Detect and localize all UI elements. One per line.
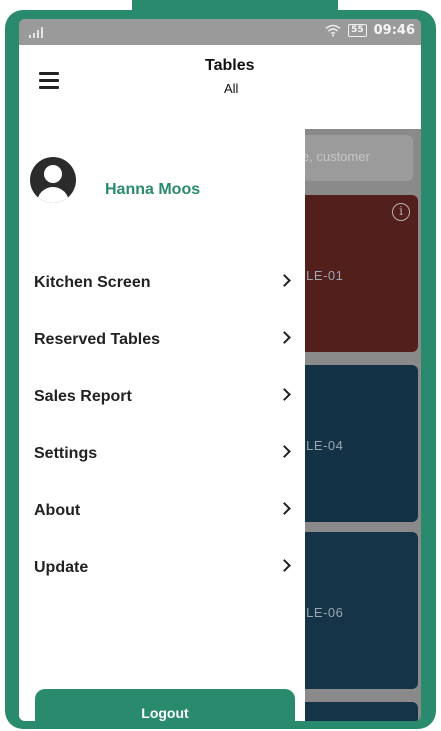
app-header: Tables All [19, 45, 421, 129]
menu-item-sales-report[interactable]: Sales Report [19, 368, 305, 425]
menu-item-label: Reserved Tables [34, 331, 160, 348]
avatar-icon [30, 157, 76, 203]
menu-item-reserved-tables[interactable]: Reserved Tables [19, 311, 305, 368]
phone-screen: 55 09:46 Tables All le, customer i BLE-0… [19, 19, 421, 721]
wifi-icon [325, 24, 341, 37]
hamburger-menu-icon[interactable] [39, 72, 59, 89]
menu-item-label: Update [34, 559, 89, 576]
chevron-right-icon [278, 274, 291, 287]
chevron-right-icon [278, 445, 291, 458]
menu-item-label: Sales Report [34, 388, 132, 405]
page-title: Tables [205, 57, 255, 74]
chevron-right-icon [278, 388, 291, 401]
menu-item-update[interactable]: Update [19, 539, 305, 596]
menu-item-about[interactable]: About [19, 482, 305, 539]
chevron-right-icon [278, 559, 291, 572]
menu-item-kitchen-screen[interactable]: Kitchen Screen [19, 254, 305, 311]
chevron-right-icon [278, 502, 291, 515]
navigation-drawer: Hanna Moos Kitchen Screen Reserved Table… [19, 129, 305, 721]
menu-item-settings[interactable]: Settings [19, 425, 305, 482]
menu-item-label: Settings [34, 445, 98, 462]
search-placeholder: le, customer [299, 149, 370, 164]
chevron-right-icon [278, 331, 291, 344]
battery-icon: 55 [348, 24, 367, 37]
drawer-menu: Kitchen Screen Reserved Tables Sales Rep… [19, 254, 305, 596]
signal-icon [29, 26, 43, 38]
user-name: Hanna Moos [105, 181, 201, 198]
status-time: 09:46 [373, 23, 415, 38]
info-icon[interactable]: i [392, 203, 410, 221]
menu-item-label: About [34, 502, 81, 519]
status-bar: 55 09:46 [19, 19, 421, 45]
status-right: 55 09:46 [325, 23, 415, 38]
menu-item-label: Kitchen Screen [34, 274, 151, 291]
drawer-header: Hanna Moos [19, 129, 305, 239]
page-subtitle: All [224, 81, 239, 96]
logout-button[interactable]: Logout [35, 689, 295, 721]
